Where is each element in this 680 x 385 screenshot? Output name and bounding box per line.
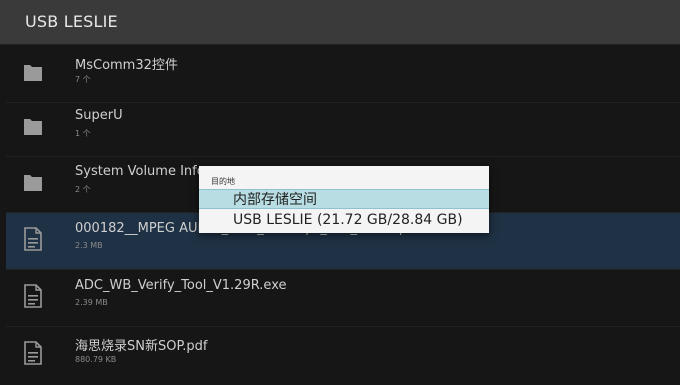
item-name: ADC_WB_Verify_Tool_V1.29R.exe — [75, 278, 287, 293]
dialog-title: 目的地 — [211, 177, 235, 186]
item-name: System Volume Infor — [75, 164, 211, 179]
item-count: 2 个 — [75, 185, 91, 194]
item-size: 2.3 MB — [75, 241, 103, 250]
item-size: 880.79 KB — [75, 355, 117, 364]
document-icon — [24, 227, 42, 251]
document-icon — [24, 341, 42, 365]
storage-title: USB LESLIE — [25, 12, 118, 31]
folder-icon — [24, 114, 42, 138]
document-icon — [24, 284, 42, 308]
folder-icon — [24, 60, 42, 84]
destination-dialog: 目的地 内部存储空间 USB LESLIE (21.72 GB/28.84 GB… — [199, 166, 489, 233]
item-name: MsComm32控件 — [75, 58, 178, 73]
item-count: 1 个 — [75, 129, 91, 138]
option-internal-storage[interactable]: 内部存储空间 — [199, 189, 489, 209]
option-usb-leslie[interactable]: USB LESLIE (21.72 GB/28.84 GB) — [199, 210, 489, 230]
item-name: 海思烧录SN新SOP.pdf — [75, 339, 208, 354]
folder-icon — [24, 170, 42, 194]
item-count: 7 个 — [75, 75, 91, 84]
top-bar: USB LESLIE — [0, 0, 680, 45]
list-item[interactable]: 海思烧录SN新SOP.pdf 880.79 KB — [6, 327, 680, 383]
item-name: SuperU — [75, 108, 123, 123]
list-item[interactable]: SuperU 1 个 — [6, 100, 680, 157]
item-size: 2.39 MB — [75, 298, 108, 307]
list-item[interactable]: MsComm32控件 7 个 — [6, 46, 680, 103]
list-item[interactable]: ADC_WB_Verify_Tool_V1.29R.exe 2.39 MB — [6, 270, 680, 327]
